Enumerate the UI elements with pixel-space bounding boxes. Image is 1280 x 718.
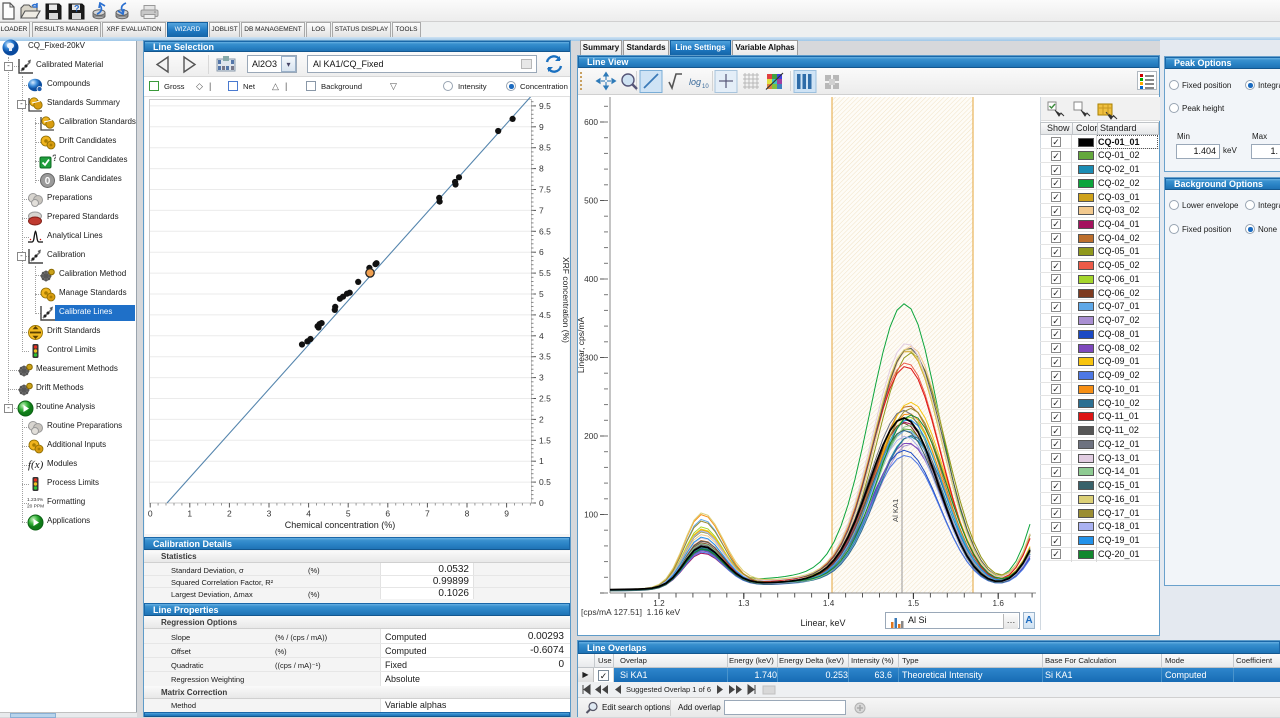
svg-text:5: 5: [346, 509, 351, 519]
svg-text:0: 0: [45, 176, 51, 187]
svg-text:0: 0: [148, 509, 153, 519]
svg-text:Chemical concentration (%): Chemical concentration (%): [285, 520, 396, 530]
svg-text:600: 600: [584, 117, 598, 127]
svg-text:20 PPM: 20 PPM: [27, 504, 44, 510]
svg-text:6: 6: [539, 247, 544, 257]
svg-text:1.5: 1.5: [539, 435, 551, 445]
svg-text:0.5: 0.5: [539, 477, 551, 487]
svg-text:XRF concentration (%): XRF concentration (%): [561, 257, 569, 343]
svg-text:9: 9: [504, 509, 509, 519]
svg-text:500: 500: [584, 196, 598, 206]
svg-text:100: 100: [584, 510, 598, 520]
svg-text:6.5: 6.5: [539, 226, 551, 236]
svg-text:?: ?: [52, 153, 56, 163]
svg-text:[cps/mA 127.51] 1.16 keV: [cps/mA 127.51] 1.16 keV: [581, 607, 681, 617]
svg-text:3: 3: [539, 373, 544, 383]
svg-text:1: 1: [187, 509, 192, 519]
svg-text:7: 7: [539, 205, 544, 215]
svg-text:8.5: 8.5: [539, 143, 551, 153]
svg-text:8: 8: [465, 509, 470, 519]
svg-text:2.5: 2.5: [539, 394, 551, 404]
svg-text:3: 3: [267, 509, 272, 519]
svg-text:1.4: 1.4: [823, 599, 835, 608]
svg-text:Linear, keV: Linear, keV: [800, 618, 845, 628]
svg-text:5.5: 5.5: [539, 268, 551, 278]
svg-text:0: 0: [539, 498, 544, 508]
svg-text:1.234%: 1.234%: [27, 497, 44, 503]
svg-text:4.5: 4.5: [539, 310, 551, 320]
svg-text:3.5: 3.5: [539, 352, 551, 362]
svg-text:9.5: 9.5: [539, 101, 551, 111]
svg-text:Al KA1: Al KA1: [891, 499, 900, 522]
svg-text:8: 8: [539, 164, 544, 174]
svg-text:1: 1: [539, 456, 544, 466]
svg-text:4: 4: [539, 331, 544, 341]
svg-text:f(x): f(x): [28, 459, 44, 471]
svg-text:5: 5: [539, 289, 544, 299]
svg-text:Linear, cps/mA: Linear, cps/mA: [578, 317, 586, 374]
svg-text:200: 200: [584, 431, 598, 441]
svg-text:400: 400: [584, 274, 598, 284]
svg-text:2: 2: [227, 509, 232, 519]
svg-text:4: 4: [306, 509, 311, 519]
svg-text:1.3: 1.3: [738, 599, 750, 608]
svg-text:7.5: 7.5: [539, 185, 551, 195]
svg-text:log: log: [689, 77, 701, 87]
svg-text:1.6: 1.6: [993, 599, 1005, 608]
svg-text:9: 9: [539, 122, 544, 132]
svg-text:300: 300: [584, 353, 598, 363]
svg-text:1.5: 1.5: [908, 599, 920, 608]
svg-text:6: 6: [385, 509, 390, 519]
svg-text:7: 7: [425, 509, 430, 519]
svg-text:2: 2: [539, 414, 544, 424]
svg-text:10: 10: [702, 84, 709, 90]
